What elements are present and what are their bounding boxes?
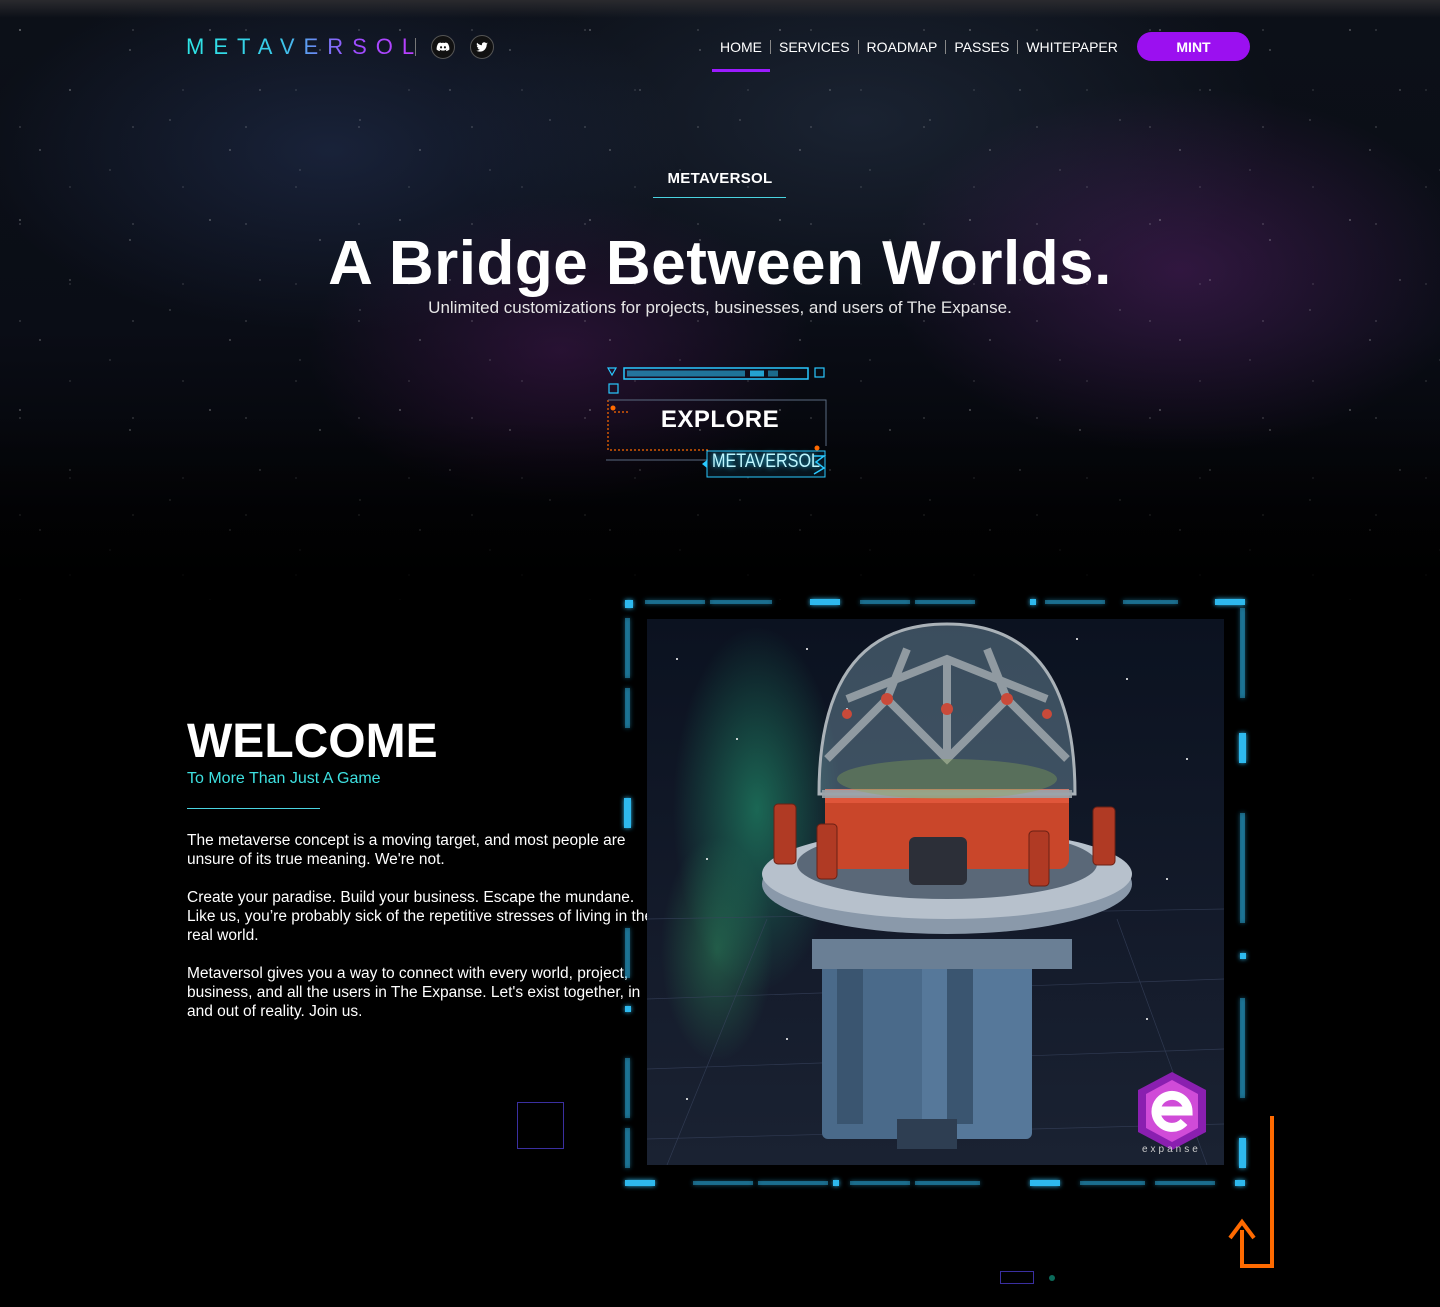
nav-home[interactable]: HOME [712,39,770,72]
site-logo[interactable]: METAVERSOL [186,34,423,60]
return-arrow-icon [1228,1116,1274,1268]
explore-button[interactable]: EXPLORE METAVERSOL [604,364,830,480]
welcome-paragraph: The metaverse concept is a moving target… [187,832,626,868]
main-nav: HOME SERVICES ROADMAP PASSES WHITEPAPER [712,39,1126,72]
twitter-icon[interactable] [470,35,494,59]
hero-eyebrow: METAVERSOL [667,170,773,187]
top-bar [0,0,1440,18]
welcome-underline [187,808,320,809]
eyebrow-underline [653,197,786,198]
nav-roadmap[interactable]: ROADMAP [859,39,946,55]
welcome-title: WELCOME [187,715,438,768]
nav-whitepaper[interactable]: WHITEPAPER [1018,39,1126,55]
welcome-paragraph: Metaversol gives you a way to connect wi… [187,965,641,1020]
mint-button[interactable]: MINT [1137,32,1250,61]
nav-services[interactable]: SERVICES [771,39,858,55]
decorative-rect [1000,1271,1034,1284]
hero-subtitle: Unlimited customizations for projects, b… [428,298,1012,317]
explore-tag: METAVERSOL [712,451,820,472]
nav-passes[interactable]: PASSES [946,39,1017,55]
welcome-subtitle: To More Than Just A Game [187,770,381,787]
decorative-square [517,1102,564,1149]
expanse-logo-text: expanse [1142,1144,1201,1155]
hero-title: A Bridge Between Worlds. [328,229,1112,298]
welcome-paragraph: Create your paradise. Build your busines… [187,889,654,944]
explore-label: EXPLORE [660,406,780,433]
logo-divider [415,38,416,56]
decorative-dot [1049,1275,1055,1281]
discord-icon[interactable] [431,35,455,59]
